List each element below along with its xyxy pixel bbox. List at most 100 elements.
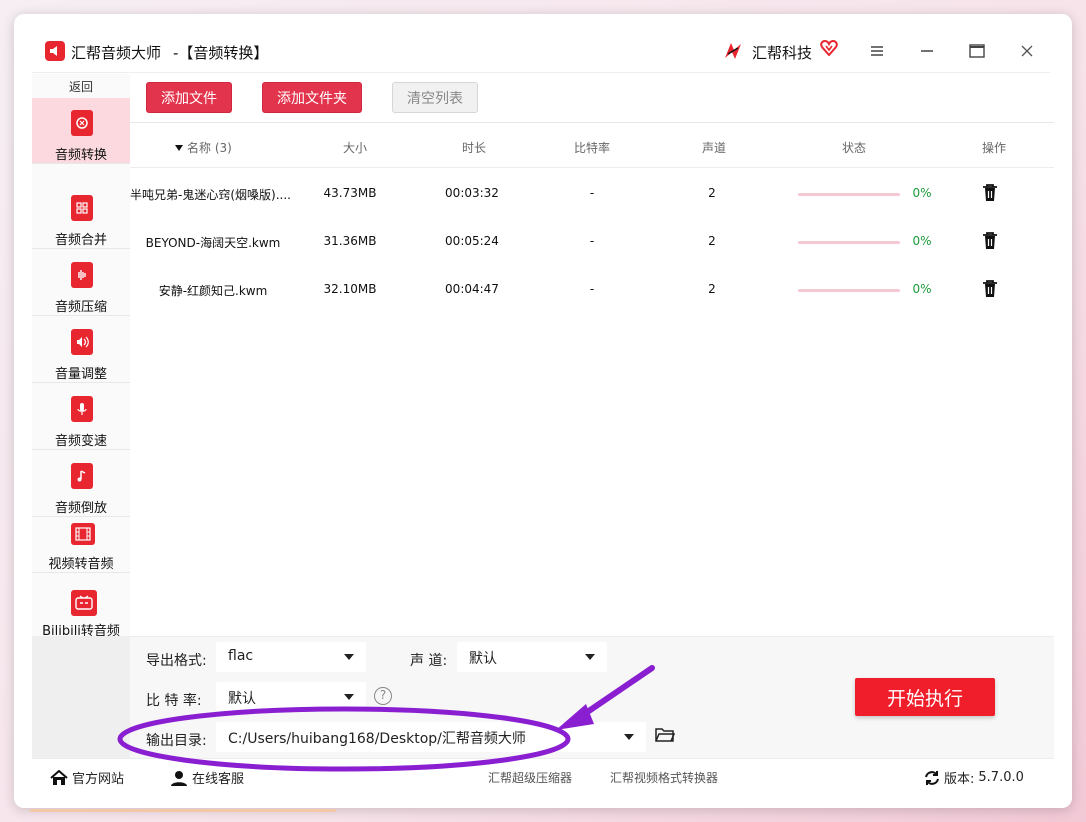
column-bitrate: 比特率 bbox=[573, 141, 610, 155]
bitrate-select[interactable]: 默认 bbox=[216, 682, 366, 712]
channel-value: 默认 bbox=[469, 651, 497, 667]
sidebar-item-label: 音频合并 bbox=[54, 233, 107, 248]
title-bar: 汇帮音频大师 -【音频转换】 汇帮科技 bbox=[14, 14, 1072, 72]
toolbar-divider bbox=[130, 122, 1054, 123]
column-duration: 时长 bbox=[461, 141, 486, 155]
app-title: 汇帮音频大师 bbox=[71, 44, 162, 62]
sidebar-item-audio-convert[interactable]: 音频转换 bbox=[32, 98, 130, 164]
user-icon bbox=[171, 770, 187, 786]
menu-icon[interactable] bbox=[864, 40, 890, 62]
brand-logo-icon bbox=[722, 40, 744, 62]
sidebar-item-label: 音量调整 bbox=[54, 367, 107, 382]
maximize-button[interactable] bbox=[964, 40, 990, 62]
column-size: 大小 bbox=[342, 141, 367, 155]
file-duration: 00:03:32 bbox=[445, 186, 499, 200]
audio-compress-icon bbox=[71, 262, 93, 288]
format-select[interactable]: flac bbox=[216, 642, 366, 672]
output-dir-select[interactable]: C:/Users/huibang168/Desktop/汇帮音频大师 bbox=[216, 722, 646, 752]
sidebar-item-reverse[interactable]: 音频倒放 bbox=[32, 451, 130, 517]
file-size: 32.10MB bbox=[323, 282, 377, 296]
file-bitrate: - bbox=[589, 282, 595, 296]
column-status: 状态 bbox=[841, 141, 866, 155]
file-name: 半吨兄弟-鬼迷心窍(烟嗓版).... bbox=[130, 188, 291, 202]
sidebar-item-label: 音频变速 bbox=[54, 434, 107, 449]
progress-percent: 0% bbox=[912, 186, 932, 200]
trash-icon[interactable] bbox=[982, 184, 998, 206]
sidebar-item-label: 视频转音频 bbox=[48, 557, 114, 572]
refresh-icon bbox=[925, 770, 939, 785]
version-info[interactable]: 版本: 5.7.0.0 bbox=[924, 768, 1024, 787]
music-note-icon bbox=[71, 463, 93, 489]
channel-select[interactable]: 默认 bbox=[457, 642, 607, 672]
format-label: 导出格式: bbox=[146, 653, 207, 669]
microphone-icon bbox=[71, 396, 93, 422]
progress-percent: 0% bbox=[912, 234, 932, 248]
table-header: 名称 (3) 大小 时长 比特率 声道 状态 操作 bbox=[130, 124, 1054, 168]
brand-name: 汇帮科技 bbox=[752, 44, 813, 62]
file-bitrate: - bbox=[589, 186, 595, 200]
sidebar-item-audio-compress[interactable]: 音频压缩 bbox=[32, 250, 130, 316]
column-actions: 操作 bbox=[981, 141, 1006, 155]
film-icon bbox=[71, 523, 95, 545]
file-duration: 00:05:24 bbox=[445, 234, 499, 248]
sort-down-icon bbox=[175, 144, 183, 151]
trash-icon[interactable] bbox=[982, 232, 998, 254]
help-icon[interactable]: ? bbox=[374, 687, 392, 705]
folder-open-icon[interactable] bbox=[655, 727, 676, 747]
add-file-button[interactable]: 添加文件 bbox=[146, 82, 232, 113]
file-bitrate: - bbox=[589, 234, 595, 248]
minimize-button[interactable] bbox=[914, 40, 940, 62]
title-divider bbox=[32, 72, 1050, 73]
sidebar-bottom-area bbox=[32, 636, 130, 758]
trash-icon[interactable] bbox=[982, 280, 998, 302]
file-channels: 2 bbox=[708, 186, 716, 200]
sidebar-item-label: 音频转换 bbox=[54, 148, 107, 163]
support-link[interactable]: 在线客服 bbox=[170, 768, 244, 787]
compressor-link[interactable]: 汇帮超级压缩器 bbox=[488, 769, 572, 786]
sidebar-item-audio-merge[interactable]: 音频合并 bbox=[32, 183, 130, 249]
file-size: 31.36MB bbox=[323, 234, 377, 248]
table-row[interactable]: 半吨兄弟-鬼迷心窍(烟嗓版).... 43.73MB 00:03:32 - 2 … bbox=[130, 170, 1054, 218]
back-link[interactable]: 返回 bbox=[32, 78, 130, 95]
table-row[interactable]: 安静-红颜知己.kwm 32.10MB 00:04:47 - 2 0% bbox=[130, 266, 1054, 314]
chevron-down-icon bbox=[344, 654, 354, 660]
audio-merge-icon bbox=[71, 195, 93, 221]
add-folder-button[interactable]: 添加文件夹 bbox=[262, 82, 362, 113]
format-value: flac bbox=[228, 648, 254, 664]
vip-heart-icon[interactable] bbox=[820, 39, 838, 60]
file-channels: 2 bbox=[708, 282, 716, 296]
file-size: 43.73MB bbox=[323, 186, 377, 200]
sidebar-item-label: 音频压缩 bbox=[54, 300, 107, 315]
app-window: 汇帮音频大师 -【音频转换】 汇帮科技 返回 音频转换 音频合并 音频压缩 音量… bbox=[14, 14, 1072, 808]
bitrate-value: 默认 bbox=[228, 691, 256, 707]
audio-convert-icon bbox=[71, 110, 93, 136]
column-channels: 声道 bbox=[701, 141, 726, 155]
tv-icon bbox=[71, 590, 97, 616]
home-icon bbox=[50, 769, 68, 785]
file-channels: 2 bbox=[708, 234, 716, 248]
sidebar-item-volume[interactable]: 音量调整 bbox=[32, 317, 130, 383]
file-name: 安静-红颜知己.kwm bbox=[158, 284, 268, 298]
channel-label: 声 道: bbox=[410, 653, 448, 669]
video-converter-link[interactable]: 汇帮视频格式转换器 bbox=[610, 769, 718, 786]
file-duration: 00:04:47 bbox=[445, 282, 499, 296]
output-dir-label: 输出目录: bbox=[146, 733, 207, 749]
file-name: BEYOND-海阔天空.kwm bbox=[145, 236, 281, 250]
app-logo-icon bbox=[45, 41, 65, 61]
close-button[interactable] bbox=[1014, 40, 1040, 62]
section-title: -【音频转换】 bbox=[173, 44, 269, 62]
progress-bar bbox=[798, 193, 900, 196]
clear-list-button[interactable]: 清空列表 bbox=[392, 82, 478, 113]
website-link[interactable]: 官方网站 bbox=[50, 768, 124, 787]
bitrate-label: 比 特 率: bbox=[146, 693, 202, 709]
start-button[interactable]: 开始执行 bbox=[855, 678, 995, 716]
chevron-down-icon bbox=[344, 694, 354, 700]
sidebar-item-speed[interactable]: 音频变速 bbox=[32, 384, 130, 450]
bottom-accent-bar bbox=[30, 809, 336, 812]
sidebar-item-video-to-audio[interactable]: 视频转音频 bbox=[32, 518, 130, 573]
output-dir-value: C:/Users/huibang168/Desktop/汇帮音频大师 bbox=[228, 731, 526, 747]
table-row[interactable]: BEYOND-海阔天空.kwm 31.36MB 00:05:24 - 2 0% bbox=[130, 218, 1054, 266]
progress-bar bbox=[798, 289, 900, 292]
column-name[interactable]: 名称 (3) bbox=[174, 139, 254, 156]
chevron-down-icon bbox=[624, 734, 634, 740]
